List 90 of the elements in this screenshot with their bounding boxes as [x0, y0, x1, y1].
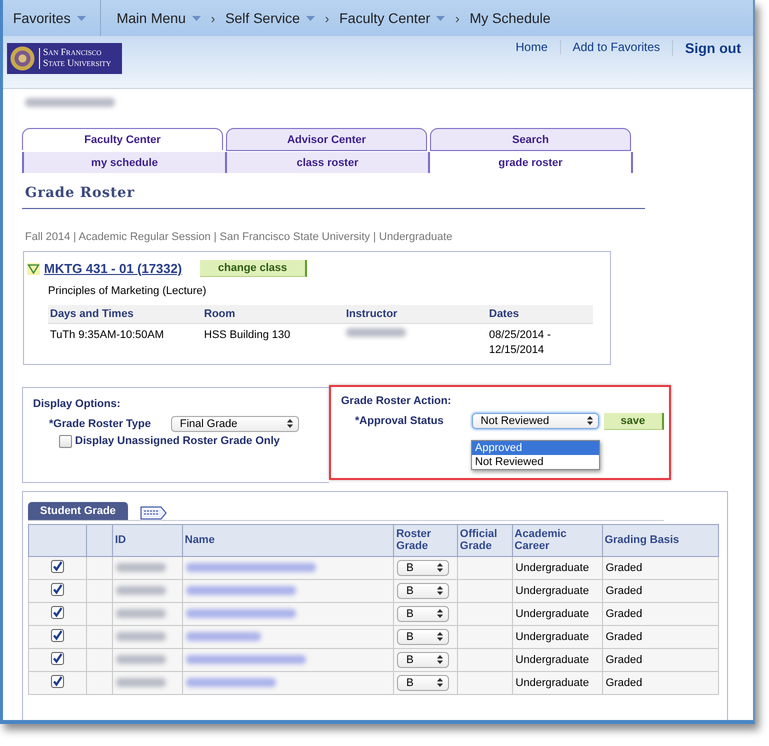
section-title: Grade Roster Action:: [341, 394, 452, 407]
tab[interactable]: Advisor Center: [226, 128, 427, 151]
select-arrows-icon: [437, 655, 444, 664]
header-link[interactable]: Home: [504, 40, 560, 54]
tab[interactable]: Faculty Center: [22, 128, 223, 150]
save-button[interactable]: save: [604, 412, 664, 430]
field-label: *Grade Roster Type: [49, 418, 151, 430]
blurred-id: [116, 563, 166, 572]
column-header: Room: [202, 305, 344, 324]
roster-grade-select[interactable]: B: [397, 606, 450, 622]
row-checkbox[interactable]: [50, 674, 64, 688]
blurred-id: [116, 678, 166, 688]
class-description: Principles of Marketing (Lecture): [48, 285, 208, 297]
table-cell: Undergraduate: [512, 556, 602, 580]
column-header: Days and Times: [48, 305, 202, 324]
collapse-icon[interactable]: [27, 262, 40, 274]
column-header: ID: [112, 524, 182, 556]
select-arrows-icon: [437, 678, 444, 688]
approval-status-select[interactable]: Not Reviewed: [472, 412, 599, 429]
roster-grade-select[interactable]: B: [397, 674, 450, 691]
column-header: Name: [182, 524, 394, 556]
column-header: Grading Basis: [602, 524, 718, 556]
column-header: Official Grade: [457, 524, 512, 556]
change-class-button[interactable]: change class: [200, 260, 308, 277]
nav-menu-item[interactable]: Faculty Center: [329, 0, 456, 36]
roster-grade-select[interactable]: B: [397, 652, 450, 668]
header-link[interactable]: Sign out: [672, 40, 753, 56]
seal-icon: [10, 46, 35, 71]
table-cell: Graded: [602, 579, 718, 602]
blurred-id: [116, 586, 166, 596]
table-cell: Undergraduate: [512, 671, 602, 694]
blurred-id: [116, 655, 166, 664]
row-checkbox[interactable]: [50, 560, 64, 573]
column-header: Instructor: [344, 305, 487, 324]
class-link[interactable]: MKTG 431 - 01 (17332): [44, 261, 182, 276]
grade-roster-type-select[interactable]: Final Grade: [170, 416, 299, 432]
row-checkbox[interactable]: [50, 582, 64, 596]
header-link[interactable]: Add to Favorites: [560, 40, 672, 54]
page-title: Grade Roster: [22, 185, 645, 209]
blurred-id: [116, 632, 166, 642]
table-cell: Graded: [602, 648, 718, 672]
grid-tab[interactable]: Student Grade: [28, 502, 128, 520]
table-cell: Undergraduate: [512, 602, 602, 626]
show-all-columns-icon[interactable]: [140, 506, 167, 520]
breadcrumb-separator: ›: [455, 10, 460, 26]
subtab[interactable]: class roster: [225, 152, 428, 173]
roster-grade-select[interactable]: B: [397, 582, 450, 599]
breadcrumb-separator: ›: [324, 10, 330, 26]
row-checkbox[interactable]: [50, 606, 64, 619]
nav-menu-item[interactable]: My Schedule: [460, 0, 561, 36]
column-header: Academic Career: [512, 524, 602, 556]
table-cell: Undergraduate: [512, 648, 602, 672]
menu-option[interactable]: Approved: [472, 440, 599, 455]
select-arrows-icon: [437, 563, 444, 572]
select-arrows-icon: [437, 609, 444, 618]
menu-option[interactable]: Not Reviewed: [472, 454, 599, 469]
roster-grade-select[interactable]: B: [397, 560, 450, 576]
tab[interactable]: Search: [430, 128, 631, 151]
roster-grade-select[interactable]: B: [397, 628, 450, 645]
column-header: Roster Grade: [394, 524, 458, 556]
table-cell-text: HSS Building 130: [203, 328, 292, 343]
table-cell: Graded: [602, 625, 718, 648]
select-arrows-icon: [437, 632, 444, 642]
table-cell: Graded: [602, 602, 718, 626]
column-header: Dates: [487, 305, 593, 324]
table-cell: Graded: [602, 671, 718, 694]
table-cell-text: 08/25/2014 - 12/15/2014: [488, 328, 552, 358]
row-checkbox[interactable]: [50, 628, 64, 642]
table-cell: Undergraduate: [512, 579, 602, 602]
checkbox-label: Display Unassigned Roster Grade Only: [75, 435, 280, 448]
nav-menu-item[interactable]: Main Menu: [106, 0, 211, 36]
select-arrows-icon: [286, 419, 293, 428]
subtab[interactable]: my schedule: [22, 152, 225, 173]
blurred-name: [346, 328, 406, 337]
table-cell: Graded: [602, 556, 718, 580]
checkbox[interactable]: [59, 434, 72, 448]
term-info: Fall 2014 | Academic Regular Session | San Francisco State University | Undergraduate: [25, 231, 454, 243]
breadcrumb-separator: ›: [210, 10, 216, 26]
nav-menu-item[interactable]: Self Service: [215, 0, 325, 36]
subtab[interactable]: grade roster: [428, 152, 633, 173]
row-checkbox[interactable]: [50, 652, 64, 665]
table-cell-text: TuTh 9:35AM-10:50AM: [49, 328, 165, 343]
table-cell: Undergraduate: [512, 625, 602, 648]
section-title: Display Options:: [33, 398, 122, 410]
field-label: *Approval Status: [355, 415, 444, 428]
select-arrows-icon: [437, 586, 444, 596]
select-arrows-icon: [586, 416, 593, 426]
blurred-id: [116, 609, 166, 618]
nav-menu-item[interactable]: Favorites: [3, 0, 96, 36]
logo-text: San Francisco State University: [39, 48, 112, 70]
